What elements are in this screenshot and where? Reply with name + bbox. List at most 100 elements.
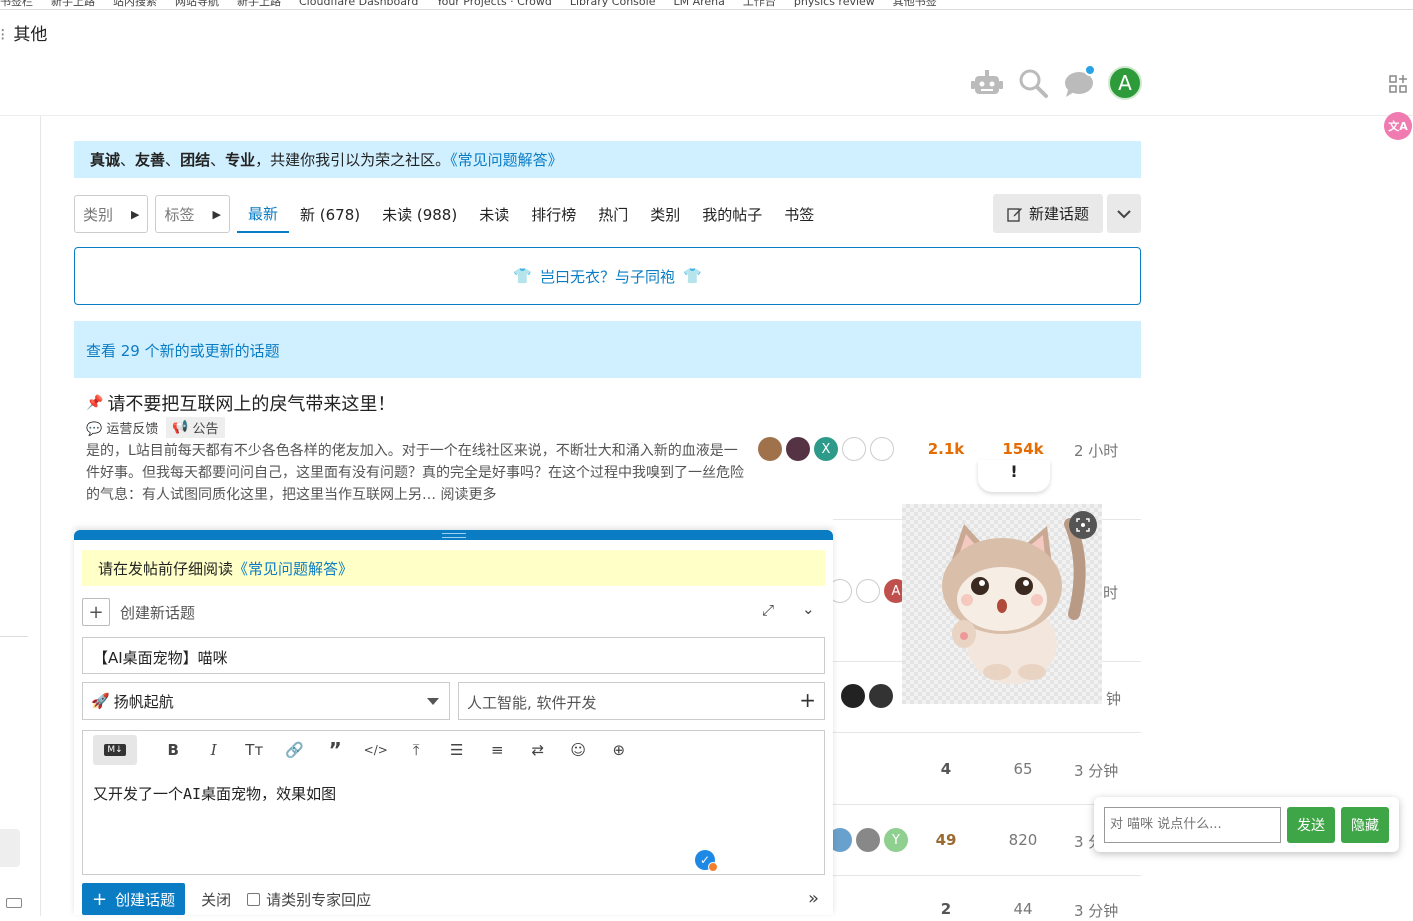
notice-text: 请在发帖前仔细阅读 <box>98 560 234 578</box>
views-count: 820 <box>1008 831 1038 849</box>
code-icon[interactable]: </> <box>356 735 397 765</box>
activity-time[interactable]: 3 分钟 <box>1074 900 1118 921</box>
avatar[interactable] <box>856 579 880 603</box>
editor-body[interactable]: 又开发了一个AI桌面宠物，效果如图 <box>93 783 336 804</box>
tab-categories[interactable]: 类别 <box>639 195 691 233</box>
tab-leaderboard[interactable]: 排行榜 <box>520 195 587 233</box>
close-link[interactable]: 关闭 <box>201 889 231 910</box>
bookmark-item[interactable]: 新手上路 <box>51 0 95 9</box>
avatar[interactable]: Y <box>884 828 908 852</box>
banner-sep: 、 <box>120 151 136 169</box>
avatar[interactable] <box>786 437 810 461</box>
add-tag-icon[interactable]: + <box>799 688 816 712</box>
tab-hot[interactable]: 热门 <box>587 195 639 233</box>
composer-action-label[interactable]: 创建新话题 <box>120 602 195 623</box>
title-input[interactable]: 【AI桌面宠物】喵咪 <box>82 637 825 674</box>
bookmark-item[interactable]: Library Console <box>570 0 656 8</box>
quote-icon[interactable]: ” <box>315 735 356 765</box>
search-icon[interactable] <box>1016 66 1050 100</box>
slogan-banner[interactable]: 👕 岂曰无衣？与子同袍 👕 <box>74 247 1141 305</box>
hide-button[interactable]: 隐藏 <box>1341 806 1389 843</box>
activity-time[interactable]: 3 分钟 <box>1074 760 1118 781</box>
avatar[interactable] <box>758 437 782 461</box>
numbered-list-icon[interactable]: ≡ <box>477 735 518 765</box>
bookmark-item[interactable]: Cloudflare Dashboard <box>299 0 418 8</box>
robot-icon[interactable] <box>970 66 1004 100</box>
swap-icon[interactable]: ⇄ <box>518 735 559 765</box>
tab-new[interactable]: 新 (678) <box>289 195 371 233</box>
sidebar-toggle[interactable] <box>0 829 20 867</box>
topic-title[interactable]: 请不要把互联网上的戾气带来这里！ <box>107 390 395 416</box>
tag-announcement[interactable]: 📢 公告 <box>166 417 225 438</box>
screenshot-icon[interactable] <box>1069 511 1097 539</box>
collapse-icon[interactable]: ⌄ <box>802 600 815 618</box>
emoji-icon[interactable]: ☺ <box>558 735 599 765</box>
chat-icon[interactable] <box>1062 64 1096 100</box>
bookmark-item[interactable]: LM Arena <box>673 0 724 8</box>
chevron-down-icon[interactable] <box>1107 194 1141 233</box>
pet-chat-input[interactable] <box>1104 806 1281 843</box>
avatar[interactable] <box>856 828 880 852</box>
avatar[interactable] <box>841 684 865 708</box>
translate-icon[interactable]: 文A <box>1384 112 1412 140</box>
plus-circle-icon[interactable]: ⊕ <box>599 735 640 765</box>
tab-unread[interactable]: 未读 <box>468 195 520 233</box>
topic-excerpt[interactable]: 是的，L站目前每天都有不少各色各样的佬友加入。对于一个在线社区来说，不断壮大和涌… <box>86 440 746 506</box>
link-icon[interactable]: 🔗 <box>275 735 316 765</box>
tab-unread-count[interactable]: 未读 (988) <box>371 195 468 233</box>
bookmark-item[interactable]: Your Projects · Crowd <box>436 0 552 8</box>
bookmark-item[interactable]: 书签栏 <box>0 0 33 9</box>
double-chevron-icon[interactable]: » <box>808 888 819 909</box>
bookmark-item[interactable]: 工作台 <box>743 0 776 9</box>
avatar[interactable] <box>870 437 894 461</box>
replies-count[interactable]: 4 <box>916 760 976 778</box>
new-topics-notice[interactable]: 查看 29 个新的或更新的话题 <box>74 321 1141 378</box>
bookmark-item[interactable]: 新手上路 <box>237 0 281 9</box>
plus-icon[interactable]: + <box>82 598 110 626</box>
activity-time[interactable]: 时 <box>1103 582 1118 603</box>
bold-icon[interactable]: B <box>153 735 194 765</box>
upload-icon[interactable]: ⤒ <box>396 735 437 765</box>
bookmark-item[interactable]: 网站导航 <box>175 0 219 9</box>
bookmark-item[interactable]: 其他书签 <box>893 0 937 9</box>
user-avatar[interactable]: A <box>1108 66 1142 100</box>
category-select[interactable]: 🚀 扬帆起航 <box>82 682 450 720</box>
activity-time[interactable]: 钟 <box>1106 688 1121 709</box>
category-badge[interactable]: 💬 运营反馈 <box>86 418 158 437</box>
bookmark-item[interactable]: physics review <box>794 0 875 8</box>
composer-resize-handle[interactable] <box>74 530 833 540</box>
pet-chat-box: 发送 隐藏 <box>1094 797 1399 852</box>
avatar[interactable]: X <box>814 437 838 461</box>
keyboard-icon[interactable] <box>6 898 22 908</box>
tags-select[interactable]: 人工智能, 软件开发 + <box>458 682 825 720</box>
tab-latest[interactable]: 最新 <box>236 195 289 233</box>
heading-icon[interactable]: Tт <box>234 735 275 765</box>
faq-link[interactable]: 《常见问题解答》 <box>233 560 353 578</box>
tab-my-posts[interactable]: 我的帖子 <box>691 195 773 233</box>
tab-bookmarks[interactable]: 书签 <box>773 195 825 233</box>
replies-count[interactable]: 49 <box>916 831 976 849</box>
bookmark-item[interactable]: 站内搜索 <box>113 0 157 9</box>
expert-checkbox[interactable]: 请类别专家回应 <box>247 889 371 910</box>
editor-toolbar: M↓ B I Tт 🔗 ” </> ⤒ ☰ ≡ ⇄ ☺ ⊕ <box>83 731 824 769</box>
apps-icon[interactable] <box>1384 70 1412 98</box>
activity-time[interactable]: 2 小时 <box>1074 440 1118 461</box>
banner-text: ，共建你我引以为荣之社区。 <box>255 151 451 169</box>
faq-link[interactable]: 《常见问题解答》 <box>450 151 563 169</box>
new-topic-button[interactable]: 新建话题 <box>993 194 1103 233</box>
avatar[interactable] <box>869 684 893 708</box>
bookmark-folder[interactable]: ⁝ 其他 <box>0 20 47 45</box>
replies-count[interactable]: 2 <box>916 900 976 918</box>
replies-count[interactable]: 2.1k <box>916 440 976 458</box>
markdown-toggle-icon[interactable]: M↓ <box>93 735 137 765</box>
send-button[interactable]: 发送 <box>1287 806 1335 843</box>
checkbox[interactable] <box>247 892 261 906</box>
expand-icon[interactable]: ⤢ <box>762 601 774 619</box>
create-topic-button[interactable]: + 创建话题 <box>82 883 186 915</box>
italic-icon[interactable]: I <box>194 735 235 765</box>
bookmarks-bar: 书签栏 新手上路 站内搜索 网站导航 新手上路 Cloudflare Dashboard Y… <box>0 0 1413 10</box>
bullet-list-icon[interactable]: ☰ <box>437 735 478 765</box>
avatar[interactable] <box>842 437 866 461</box>
tags-dropdown[interactable]: 标签 ▶ <box>155 195 230 233</box>
category-dropdown[interactable]: 类别 ▶ <box>74 195 149 233</box>
